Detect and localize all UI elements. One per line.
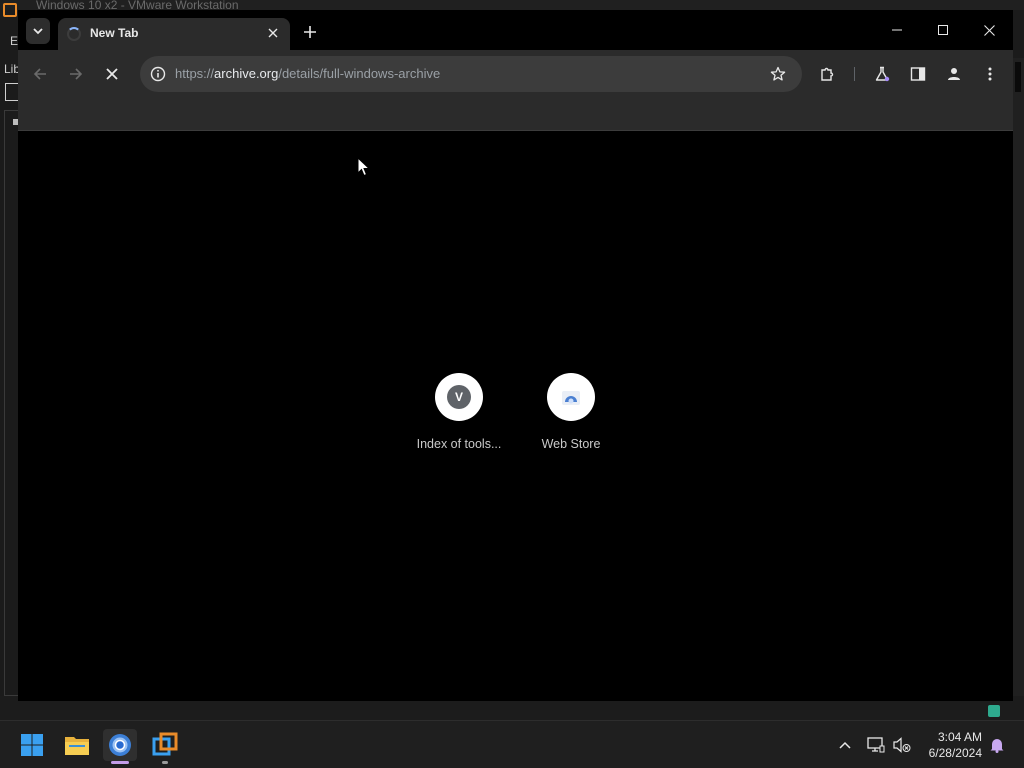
close-icon (983, 24, 995, 36)
shortcut-tile-index-of-tools[interactable]: V Index of tools... (403, 373, 515, 461)
side-panel-button[interactable] (906, 62, 930, 86)
clock-date: 6/28/2024 (928, 746, 982, 760)
system-clock[interactable]: 3:04 AM 6/28/2024 (918, 729, 982, 761)
arrow-left-icon (33, 68, 46, 80)
bell-icon (990, 739, 1004, 753)
close-icon (106, 68, 118, 80)
tab-close-button[interactable] (264, 24, 282, 42)
notifications-button[interactable] (986, 734, 1008, 756)
chrome-window: New Tab https://archive.org/details/full… (18, 10, 1013, 701)
chrome-icon (109, 734, 131, 756)
vmware-icon (152, 732, 178, 756)
labs-button[interactable] (870, 62, 894, 86)
shortcut-icon-container: V (435, 373, 483, 421)
file-explorer-button[interactable] (60, 729, 94, 761)
host-scrollbar-thumb[interactable] (1015, 62, 1021, 92)
v-letter-icon: V (447, 385, 471, 409)
host-checkbox[interactable] (5, 83, 19, 101)
url-text[interactable]: https://archive.org/details/full-windows… (175, 66, 440, 81)
folder-icon (65, 737, 89, 755)
volume-muted-icon (893, 737, 911, 753)
site-info-button[interactable] (148, 64, 168, 84)
puzzle-piece-icon (821, 67, 834, 81)
new-tab-page: V Index of tools... Web Store (18, 132, 1013, 701)
vmware-taskbar-button[interactable] (148, 729, 182, 761)
star-icon (770, 66, 786, 81)
maximize-icon (938, 25, 948, 35)
host-menu-item[interactable]: E (10, 34, 18, 48)
url-scheme: https:// (175, 66, 215, 81)
chrome-taskbar-button[interactable] (103, 729, 137, 761)
running-app-indicator (162, 761, 168, 764)
vmware-logo-icon (3, 3, 17, 17)
mouse-cursor-icon (357, 157, 371, 177)
shortcut-tile-web-store[interactable]: Web Store (515, 373, 627, 461)
address-bar[interactable]: https://archive.org/details/full-windows… (140, 56, 802, 92)
volume-button[interactable] (891, 734, 913, 756)
new-tab-button[interactable] (298, 20, 322, 44)
chevron-down-icon (33, 28, 43, 35)
minimize-icon (892, 29, 902, 31)
extensions-button[interactable] (816, 62, 840, 86)
show-hidden-icons-button[interactable] (834, 734, 856, 756)
network-icon (867, 737, 885, 753)
more-vertical-icon (988, 67, 992, 81)
minimize-button[interactable] (882, 18, 912, 42)
menu-button[interactable] (978, 62, 1002, 86)
clock-time: 3:04 AM (937, 730, 982, 744)
web-store-icon (562, 391, 580, 405)
start-button[interactable] (15, 729, 49, 761)
info-icon (150, 66, 166, 82)
shortcut-label: Index of tools... (416, 437, 502, 451)
side-panel-icon (910, 67, 926, 81)
tab-title: New Tab (90, 26, 139, 40)
tab-strip: New Tab (18, 10, 1013, 50)
toolbar-separator (854, 67, 855, 81)
close-icon (268, 28, 278, 38)
host-scrollbar[interactable] (1013, 58, 1024, 698)
loading-spinner-icon (67, 27, 81, 41)
shortcut-icon-container (547, 373, 595, 421)
window-close-button[interactable] (974, 18, 1004, 42)
tab-new-tab[interactable]: New Tab (58, 18, 290, 50)
tab-search-button[interactable] (26, 18, 50, 44)
vm-status-icon[interactable] (988, 705, 1000, 717)
url-host: archive.org (214, 66, 279, 81)
profile-button[interactable] (942, 62, 966, 86)
chevron-up-icon (839, 741, 851, 749)
network-button[interactable] (865, 734, 887, 756)
forward-button[interactable] (64, 62, 88, 86)
taskbar: 3:04 AM 6/28/2024 (0, 720, 1024, 768)
active-app-indicator (111, 761, 129, 764)
browser-toolbar: https://archive.org/details/full-windows… (18, 50, 1013, 98)
plus-icon (304, 26, 316, 38)
url-path: /details/full-windows-archive (278, 66, 441, 81)
shortcut-label: Web Store (541, 437, 601, 451)
bookmark-bar (18, 98, 1013, 131)
back-button[interactable] (28, 62, 52, 86)
host-library-panel (4, 110, 19, 696)
flask-icon (875, 66, 890, 82)
arrow-right-icon (70, 68, 83, 80)
bookmark-star-button[interactable] (768, 64, 788, 84)
maximize-button[interactable] (928, 18, 958, 42)
windows-logo-icon (21, 734, 43, 756)
stop-loading-button[interactable] (100, 62, 124, 86)
person-icon (948, 68, 960, 80)
